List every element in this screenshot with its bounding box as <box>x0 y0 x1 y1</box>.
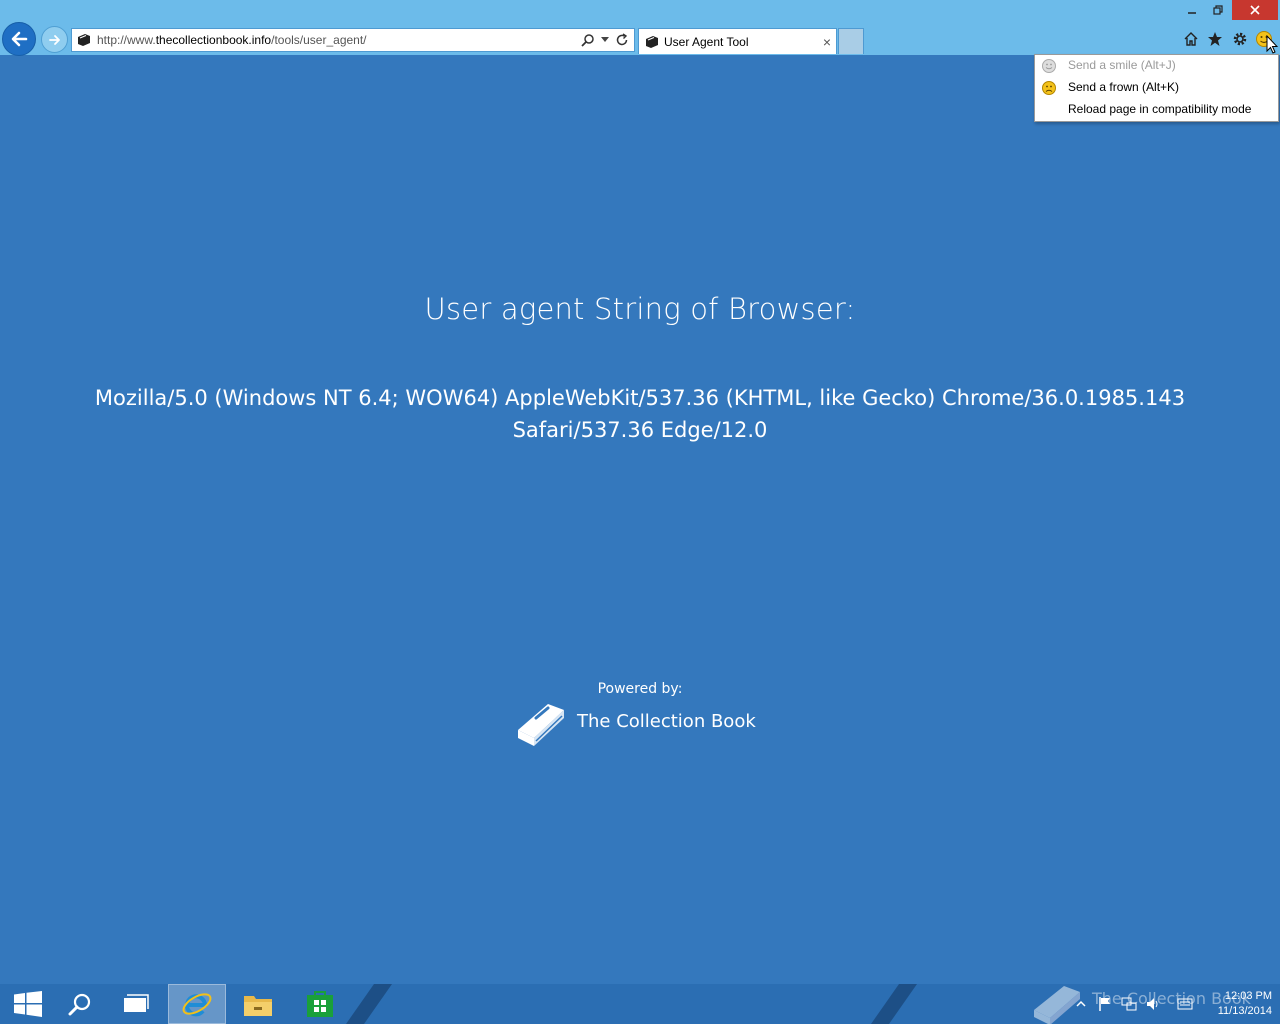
input-keyboard-icon[interactable] <box>1177 996 1193 1012</box>
browser-chrome: http://www.thecollectionbook.info/tools/… <box>0 0 1280 56</box>
back-arrow-icon <box>11 31 28 47</box>
store-icon <box>307 991 333 1017</box>
powered-by-label: Powered by: <box>597 681 683 697</box>
tab-close-icon[interactable]: × <box>818 34 836 50</box>
user-agent-string: Mozilla/5.0 (Windows NT 6.4; WOW64) Appl… <box>94 386 1186 442</box>
minimize-button[interactable] <box>1180 0 1204 20</box>
tab-favicon-icon <box>646 35 658 48</box>
file-explorer-button[interactable] <box>230 984 286 1024</box>
new-tab-button[interactable] <box>838 28 864 54</box>
tab-user-agent-tool[interactable]: User Agent Tool × <box>638 28 837 54</box>
back-button[interactable] <box>2 22 36 56</box>
book-logo-icon <box>518 704 564 746</box>
feedback-menu: Send a smile (Alt+J) Send a frown (Alt+K… <box>1034 54 1279 122</box>
menu-item-compatibility-mode[interactable]: Reload page in compatibility mode <box>1035 99 1278 121</box>
menu-item-label: Send a frown (Alt+K) <box>1068 80 1180 94</box>
frown-icon <box>1042 81 1056 95</box>
task-view-icon <box>124 994 149 1012</box>
windows-logo-icon <box>14 991 42 1017</box>
ie-taskbar-button[interactable] <box>168 984 226 1024</box>
menu-item-label: Send a smile (Alt+J) <box>1068 58 1176 72</box>
task-view-button[interactable] <box>108 984 164 1024</box>
close-window-button[interactable] <box>1232 0 1278 20</box>
page-title: User agent String of Browser: <box>424 292 856 326</box>
clock-date: 11/13/2014 <box>1217 1005 1272 1017</box>
system-clock[interactable]: 12:03 PM 11/13/2014 <box>1200 989 1272 1019</box>
favorites-star-icon[interactable] <box>1206 30 1224 48</box>
home-icon[interactable] <box>1182 30 1200 48</box>
volume-icon[interactable] <box>1145 996 1161 1012</box>
clock-time: 12:03 PM <box>1224 990 1272 1002</box>
restore-icon <box>1213 5 1223 15</box>
internet-explorer-icon <box>182 993 212 1017</box>
minimize-icon <box>1188 12 1196 14</box>
restore-button[interactable] <box>1206 0 1230 20</box>
menu-item-label: Reload page in compatibility mode <box>1068 102 1252 116</box>
mouse-cursor-icon <box>1266 35 1278 54</box>
store-button[interactable] <box>292 984 348 1024</box>
search-button[interactable] <box>52 984 108 1024</box>
close-icon <box>1250 5 1260 15</box>
forward-button[interactable] <box>41 26 68 53</box>
search-icon <box>68 993 91 1016</box>
settings-gear-icon[interactable] <box>1231 30 1249 48</box>
folder-icon <box>244 996 272 1016</box>
show-hidden-icons-chevron-icon[interactable] <box>1073 996 1089 1012</box>
network-icon[interactable] <box>1121 996 1137 1012</box>
action-center-flag-icon[interactable] <box>1097 996 1113 1012</box>
address-bar[interactable]: http://www.thecollectionbook.info/tools/… <box>71 28 635 52</box>
site-favicon-icon <box>78 34 90 46</box>
menu-item-send-smile[interactable]: Send a smile (Alt+J) <box>1035 55 1278 77</box>
refresh-icon[interactable] <box>614 32 630 48</box>
taskbar-decoration <box>863 984 925 1024</box>
taskbar: The Collection Book 12:03 PM 11/13/2014 <box>0 984 1280 1024</box>
start-button[interactable] <box>0 984 56 1024</box>
smile-icon <box>1042 59 1056 73</box>
tab-title: User Agent Tool <box>664 34 749 49</box>
search-icon[interactable] <box>580 32 596 48</box>
forward-arrow-icon <box>48 34 60 45</box>
menu-item-send-frown[interactable]: Send a frown (Alt+K) <box>1035 77 1278 99</box>
brand-name[interactable]: The Collection Book <box>577 711 756 732</box>
url-text[interactable]: http://www.thecollectionbook.info/tools/… <box>97 33 580 47</box>
dropdown-arrow-icon[interactable] <box>600 32 610 48</box>
